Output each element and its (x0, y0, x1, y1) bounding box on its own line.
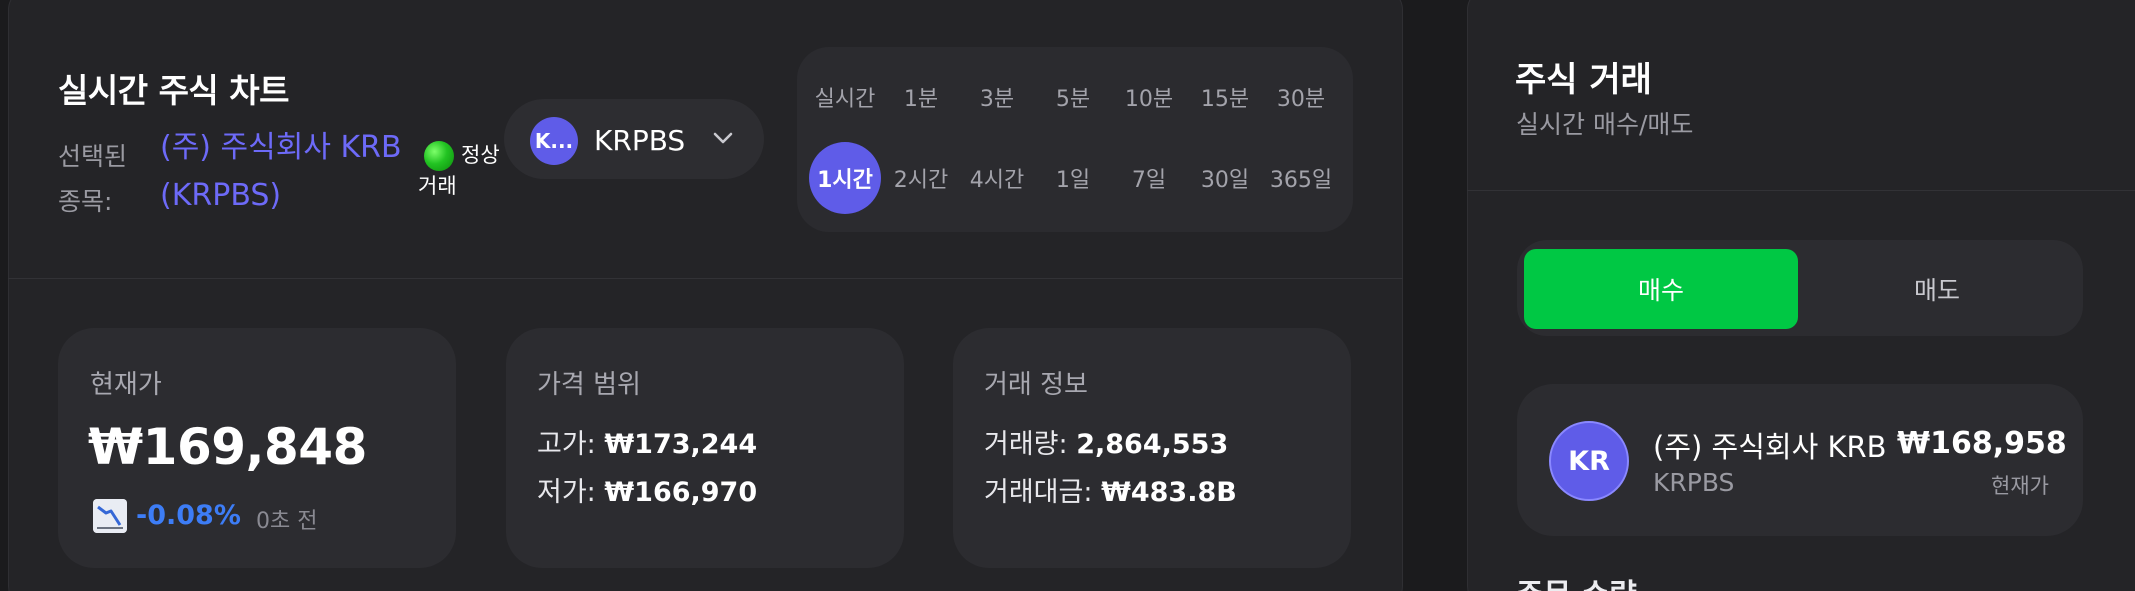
amount-row: 거래대금: ₩483.8B (984, 470, 1237, 509)
price-change: -0.08% (136, 500, 241, 531)
timeframe-1d[interactable]: 1일 (1037, 142, 1109, 214)
trade-subtitle: 실시간 매수/매도 (1516, 110, 1694, 139)
status-text: 정상 거래 (418, 143, 500, 198)
timeframe-1m[interactable]: 1분 (885, 61, 957, 133)
timeframe-3m[interactable]: 3분 (961, 61, 1033, 133)
low-price-value: ₩166,970 (604, 477, 758, 508)
timeframe-30d[interactable]: 30일 (1189, 142, 1261, 214)
header-divider (8, 278, 1403, 279)
timeframe-5m[interactable]: 5분 (1037, 61, 1109, 133)
timeframe-10m[interactable]: 10분 (1113, 61, 1185, 133)
amount-value: ₩483.8B (1101, 477, 1237, 508)
volume-value: 2,864,553 (1076, 429, 1229, 460)
current-price-title: 현재가 (90, 370, 162, 400)
volume-label: 거래량: (984, 429, 1068, 460)
high-price-value: ₩173,244 (604, 429, 758, 460)
timeframe-30m[interactable]: 30분 (1265, 61, 1337, 133)
timeframe-7d[interactable]: 7일 (1113, 142, 1185, 214)
low-price-row: 저가: ₩166,970 (537, 470, 757, 509)
timeframe-1h[interactable]: 1시간 (809, 142, 881, 214)
trade-header-divider (1467, 190, 2135, 191)
timeframe-2h[interactable]: 2시간 (885, 142, 957, 214)
high-price-row: 고가: ₩173,244 (537, 422, 757, 461)
stock-price-label: 현재가 (1991, 474, 2049, 498)
stock-name: (주) 주식회사 KRB (1653, 430, 1887, 464)
timeframe-4h[interactable]: 4시간 (961, 142, 1033, 214)
timeframe-realtime[interactable]: 실시간 (809, 61, 881, 133)
selected-stock-value: (주) 주식회사 KRB (KRPBS) (160, 130, 402, 213)
timeframe-15m[interactable]: 15분 (1189, 61, 1261, 133)
chevron-down-icon (713, 132, 733, 144)
price-range-title: 가격 범위 (537, 370, 641, 400)
order-quantity-label: 주문 수량 (1516, 570, 1637, 591)
chart-decreasing-icon (93, 499, 127, 533)
high-price-label: 고가: (537, 429, 596, 460)
selected-stock-label: 선택된 종목: (58, 142, 128, 216)
buy-button[interactable]: 매수 (1524, 249, 1798, 329)
amount-label: 거래대금: (984, 477, 1093, 508)
sell-button[interactable]: 매도 (1800, 249, 2074, 329)
updated-ago: 0초 전 (256, 509, 318, 534)
ticker-select-label: KRPBS (594, 124, 686, 157)
timeframe-365d[interactable]: 365일 (1265, 142, 1337, 214)
trade-info-title: 거래 정보 (984, 370, 1088, 400)
stock-avatar: KR (1549, 421, 1629, 501)
current-price-value: ₩169,848 (88, 418, 367, 476)
ticker-avatar: K... (530, 117, 578, 165)
trade-title: 주식 거래 (1515, 60, 1652, 100)
low-price-label: 저가: (537, 477, 596, 508)
stock-price: ₩168,958 (1897, 426, 2067, 461)
chart-title: 실시간 주식 차트 (58, 71, 290, 110)
volume-row: 거래량: 2,864,553 (984, 422, 1228, 461)
stock-code: KRPBS (1653, 468, 1735, 497)
